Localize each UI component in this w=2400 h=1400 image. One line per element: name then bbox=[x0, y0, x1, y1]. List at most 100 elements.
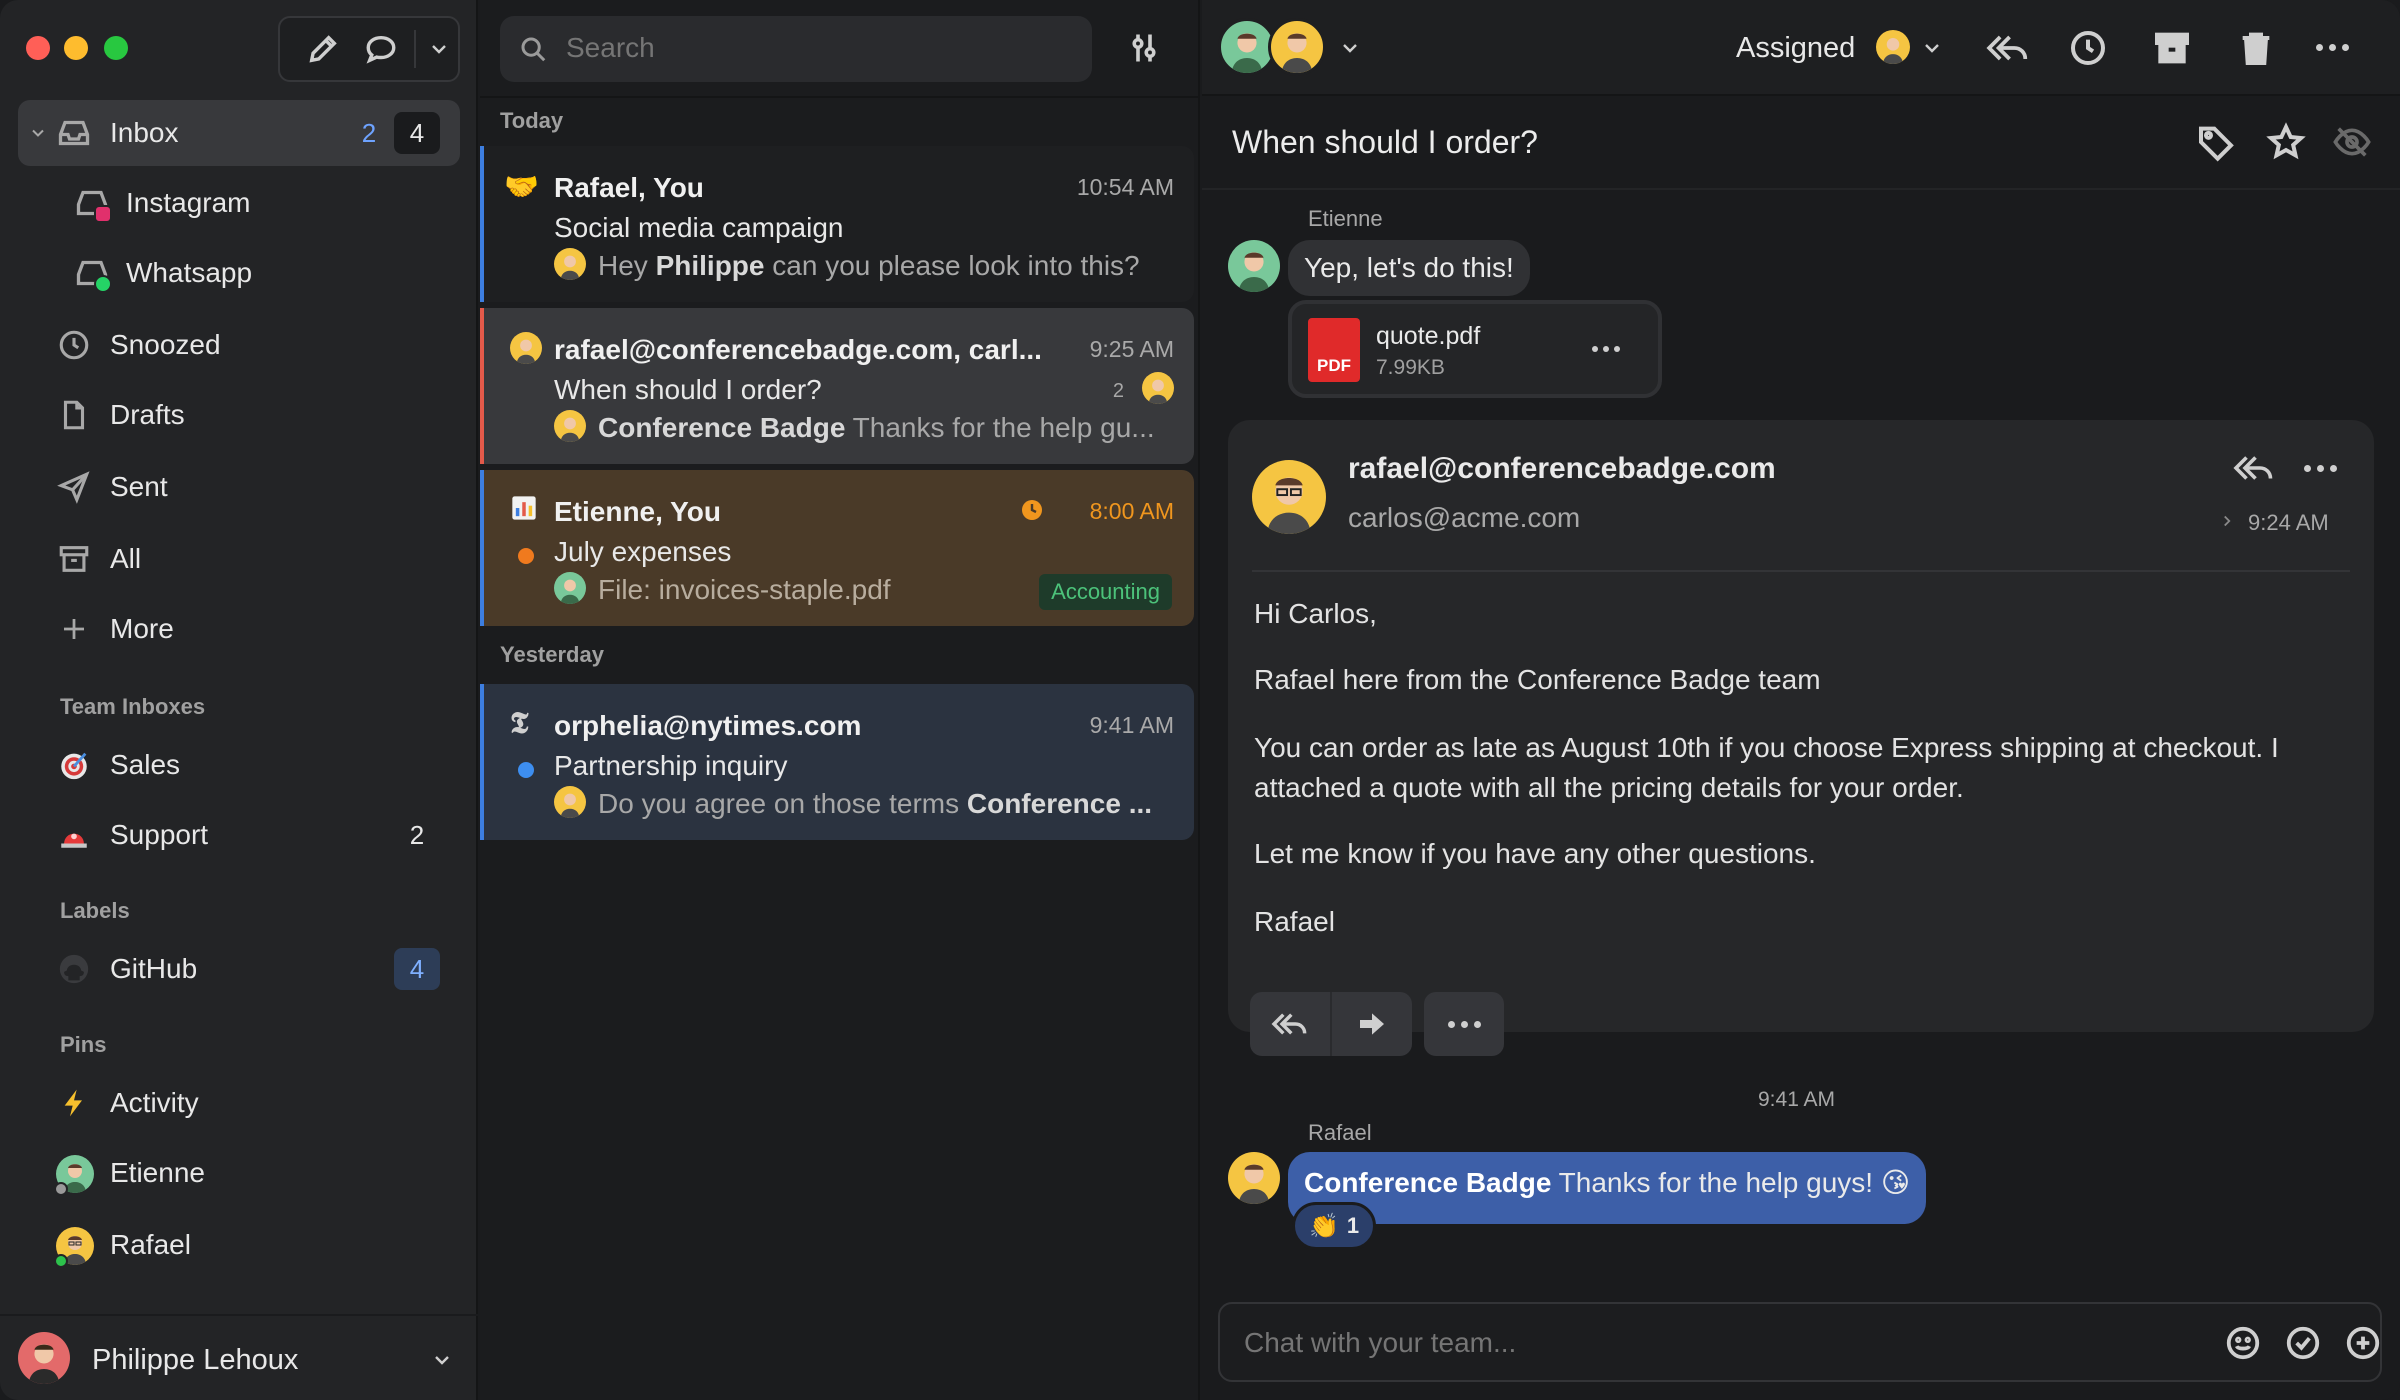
assignee-avatar bbox=[1142, 372, 1174, 404]
attachment-card[interactable]: PDF quote.pdf 7.99KB bbox=[1288, 300, 1662, 398]
sidebar-item-more[interactable]: More bbox=[18, 596, 460, 662]
assignee-button[interactable]: Assigned bbox=[1736, 24, 1946, 74]
lightning-icon bbox=[56, 1085, 92, 1121]
more-actions-button[interactable] bbox=[2316, 44, 2349, 51]
sidebar-item-label: GitHub bbox=[110, 953, 198, 984]
search-bar[interactable] bbox=[500, 16, 1092, 82]
email-reply-all-button[interactable] bbox=[2232, 450, 2276, 491]
conversation-row[interactable]: 𝕿 orphelia@nytimes.com 9:41 AM Partnersh… bbox=[480, 684, 1194, 840]
conversation-participants: Rafael, You bbox=[554, 172, 704, 203]
unread-dot bbox=[518, 548, 534, 564]
sidebar-item-activity[interactable]: Activity bbox=[18, 1070, 460, 1136]
subscribe-button[interactable] bbox=[2332, 122, 2372, 167]
rafael-avatar bbox=[554, 248, 586, 280]
compose-toolbar bbox=[278, 16, 460, 82]
chevron-down-icon bbox=[1343, 44, 1357, 53]
preview-text: can you please look into this? bbox=[764, 250, 1140, 281]
conversation-subject: Partnership inquiry bbox=[554, 750, 788, 781]
chat-input[interactable] bbox=[1244, 1320, 2144, 1366]
filter-button[interactable] bbox=[1126, 30, 1162, 71]
pencil-icon bbox=[309, 35, 337, 63]
email-more-button[interactable] bbox=[1424, 992, 1504, 1056]
star-button[interactable] bbox=[2266, 122, 2306, 167]
search-icon bbox=[521, 37, 546, 62]
sidebar-item-label: Snoozed bbox=[110, 329, 221, 360]
today-heading: Today bbox=[500, 108, 564, 133]
sidebar-item-snoozed[interactable]: Snoozed bbox=[18, 312, 460, 378]
email-paragraph: Rafael here from the Conference Badge te… bbox=[1254, 664, 1821, 695]
tag-icon bbox=[2199, 126, 2234, 162]
unassigned-count-badge: 2 bbox=[361, 117, 377, 148]
team-inboxes-heading: Team Inboxes bbox=[60, 694, 206, 719]
tag-button[interactable] bbox=[2196, 122, 2236, 167]
assigned-label: Assigned bbox=[1736, 32, 1856, 64]
rafael-avatar bbox=[510, 332, 542, 364]
sidebar-item-instagram[interactable]: Instagram bbox=[18, 170, 460, 236]
emoji-button[interactable] bbox=[2224, 1324, 2262, 1367]
participants-button[interactable] bbox=[1218, 18, 1368, 78]
github-icon bbox=[56, 951, 92, 987]
subject-header: When should I order? bbox=[1202, 98, 2400, 190]
chevron-right-icon bbox=[2224, 515, 2231, 527]
email-options-button[interactable] bbox=[2304, 465, 2337, 472]
forward-button[interactable] bbox=[1332, 992, 1412, 1056]
account-switcher[interactable]: Philippe Lehoux bbox=[0, 1314, 478, 1400]
clapping-hands-icon: 👏 bbox=[1309, 1212, 1339, 1240]
preview-text: Hey bbox=[598, 250, 656, 281]
window-zoom-button[interactable] bbox=[104, 36, 128, 60]
conversation-subject-title: When should I order? bbox=[1232, 124, 1538, 160]
sidebar-item-label: Etienne bbox=[110, 1157, 205, 1188]
email-greeting: Hi Carlos, bbox=[1254, 598, 1377, 629]
chevron-down-icon bbox=[432, 45, 446, 54]
email-time: 9:24 AM bbox=[2248, 510, 2329, 535]
ellipsis-icon bbox=[1447, 1020, 1455, 1028]
rafael-avatar bbox=[554, 786, 586, 818]
star-icon bbox=[2266, 122, 2306, 160]
clock-icon bbox=[56, 327, 92, 363]
sidebar-item-label: Inbox bbox=[110, 117, 179, 148]
archive-button[interactable] bbox=[2152, 28, 2192, 73]
smiley-icon bbox=[2226, 1326, 2260, 1360]
sidebar-item-all[interactable]: All bbox=[18, 526, 460, 592]
sidebar-item-rafael[interactable]: Rafael bbox=[18, 1212, 460, 1278]
reply-all-button[interactable] bbox=[1986, 28, 2030, 73]
sidebar-item-inbox[interactable]: Inbox 2 4 bbox=[18, 100, 460, 166]
delete-button[interactable] bbox=[2236, 28, 2276, 73]
sidebar-item-sales[interactable]: Sales bbox=[18, 732, 460, 798]
sidebar-item-whatsapp[interactable]: Whatsapp bbox=[18, 240, 460, 306]
reply-button[interactable] bbox=[1250, 992, 1330, 1056]
add-attachment-button[interactable] bbox=[2344, 1324, 2382, 1367]
task-button[interactable] bbox=[2284, 1324, 2322, 1367]
sidebar-item-support[interactable]: Support 2 bbox=[18, 802, 460, 868]
attachment-options-button[interactable] bbox=[1592, 346, 1620, 352]
assignee-avatar bbox=[1876, 30, 1910, 64]
document-icon bbox=[56, 397, 92, 433]
window-close-button[interactable] bbox=[26, 36, 50, 60]
sidebar-item-github[interactable]: GitHub 4 bbox=[18, 936, 460, 1002]
detail-toolbar: Assigned bbox=[1202, 0, 2400, 96]
compose-button[interactable] bbox=[298, 18, 348, 80]
conversation-row-selected[interactable]: rafael@conferencebadge.com, carl... 9:25… bbox=[480, 308, 1194, 464]
attachment-size: 7.99KB bbox=[1376, 356, 1445, 379]
snooze-button[interactable] bbox=[2068, 28, 2108, 73]
rafael-avatar bbox=[1268, 18, 1326, 76]
compose-options-button[interactable] bbox=[420, 18, 458, 80]
sidebar-item-sent[interactable]: Sent bbox=[18, 454, 460, 520]
preview-mention: Conference ... bbox=[966, 788, 1153, 819]
accounting-tag[interactable]: Accounting bbox=[1039, 574, 1172, 610]
new-chat-button[interactable] bbox=[356, 18, 406, 80]
window-minimize-button[interactable] bbox=[64, 36, 88, 60]
snooze-time: 8:00 AM bbox=[1089, 498, 1174, 524]
search-input[interactable] bbox=[566, 26, 1066, 70]
reaction-chip[interactable]: 👏 1 bbox=[1292, 1202, 1377, 1250]
conversation-detail: Assigned When should I order? Etienne Ye… bbox=[1202, 0, 2400, 1400]
unread-indicator-bar bbox=[480, 146, 484, 302]
unread-indicator-bar bbox=[480, 684, 484, 840]
conversation-row[interactable]: 🤝 Rafael, You 10:54 AM Social media camp… bbox=[480, 146, 1194, 302]
conversation-row-snoozed[interactable]: Etienne, You 8:00 AM July expenses File:… bbox=[480, 470, 1194, 626]
unread-indicator-bar bbox=[480, 470, 484, 626]
sidebar-item-drafts[interactable]: Drafts bbox=[18, 382, 460, 448]
email-message-card: rafael@conferencebadge.com carlos@acme.c… bbox=[1228, 420, 2374, 1056]
sidebar-item-etienne[interactable]: Etienne bbox=[18, 1140, 460, 1206]
app-window: Inbox 2 4 Instagram Whatsapp Snoozed Dra… bbox=[0, 0, 2400, 1400]
